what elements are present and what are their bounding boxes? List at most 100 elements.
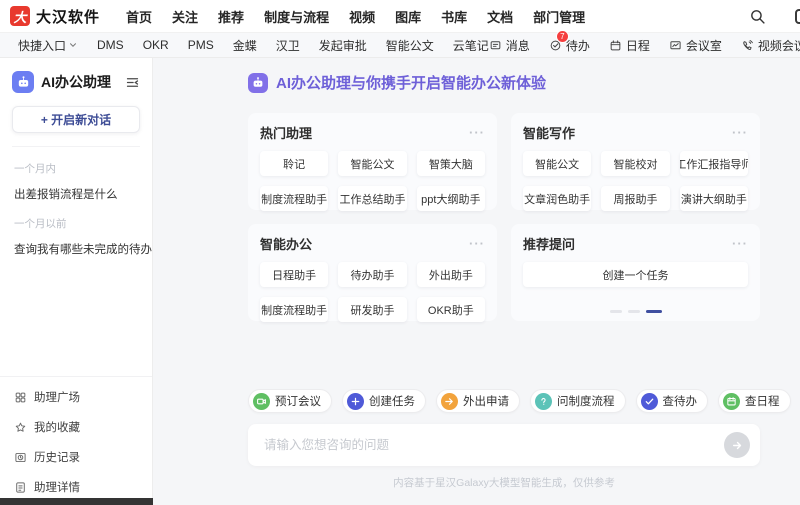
nav-item-follow[interactable]: 关注 (172, 7, 198, 26)
pagination-dash[interactable] (628, 310, 640, 313)
assistant-button[interactable]: 演讲大纲助手 (680, 186, 748, 211)
nav-item-home[interactable]: 首页 (126, 7, 152, 26)
sidebar-item-assistant-plaza[interactable]: 助理广场 (0, 382, 152, 412)
nav-item-policy-process[interactable]: 制度与流程 (264, 7, 329, 26)
sidebar-item-favorites[interactable]: 我的收藏 (0, 412, 152, 442)
brand-logo-icon: 大 (10, 6, 30, 26)
assistant-button[interactable]: 聆记 (260, 151, 328, 176)
new-chat-button[interactable]: + 开启新对话 (12, 106, 140, 133)
sidebar-horizontal-scrollbar[interactable] (0, 498, 153, 505)
util-todos[interactable]: 7 待办 (549, 37, 590, 54)
page-title-text: AI办公助理与你携手开启智能办公新体验 (276, 72, 546, 93)
chat-input-bar (248, 424, 760, 466)
quick-link-pms[interactable]: PMS (188, 38, 214, 52)
quick-link-kingdee[interactable]: 金蝶 (233, 37, 257, 54)
nav-item-library[interactable]: 书库 (441, 7, 467, 26)
plus-icon (347, 393, 364, 410)
assistant-button[interactable]: 制度流程助手 (260, 297, 328, 322)
search-icon[interactable] (749, 8, 766, 25)
sidebar-item-history[interactable]: 历史记录 (0, 442, 152, 472)
assistant-button[interactable]: 制度流程助手 (260, 186, 328, 211)
chip-out-request[interactable]: 外出申请 (436, 389, 520, 413)
util-meeting-room[interactable]: 会议室 (669, 37, 722, 54)
chat-input[interactable] (262, 437, 724, 453)
card-title: 热门助理 (260, 123, 312, 142)
assistant-button[interactable]: 智能校对 (601, 151, 669, 176)
chevron-down-icon (68, 40, 78, 50)
todo-badge: 7 (556, 30, 569, 43)
assistant-button[interactable]: 研发助手 (338, 297, 406, 322)
assistant-button[interactable]: 智能公文 (523, 151, 591, 176)
quick-link-smart-doc[interactable]: 智能公文 (386, 37, 434, 54)
assistant-button[interactable]: ppt大纲助手 (417, 186, 485, 211)
history-item[interactable]: 出差报销流程是什么 (0, 176, 152, 202)
assistant-button[interactable]: 日程助手 (260, 262, 328, 287)
send-button[interactable] (724, 432, 750, 458)
suggested-question-button[interactable]: 创建一个任务 (523, 262, 748, 287)
card-title: 智能办公 (260, 234, 312, 253)
quick-link-cloud-notes[interactable]: 云笔记 (453, 37, 489, 54)
top-nav: 首页 关注 推荐 制度与流程 视频 图库 书库 文档 部门管理 (126, 7, 585, 26)
assistant-button[interactable]: 工作总结助手 (338, 186, 406, 211)
more-icon[interactable]: ··· (469, 129, 485, 137)
card-suggested-questions: 推荐提问 ··· 创建一个任务 (511, 224, 760, 321)
nav-item-video[interactable]: 视频 (349, 7, 375, 26)
nav-item-docs[interactable]: 文档 (487, 7, 513, 26)
util-video-conference-label: 视频会议 (758, 37, 800, 54)
nav-item-gallery[interactable]: 图库 (395, 7, 421, 26)
document-icon (14, 481, 27, 494)
util-meeting-room-label: 会议室 (686, 37, 722, 54)
more-icon[interactable]: ··· (732, 129, 748, 137)
quick-link-start-approval[interactable]: 发起审批 (319, 37, 367, 54)
assistant-button[interactable]: 待办助手 (338, 262, 406, 287)
brand-logo[interactable]: 大 大汉软件 (10, 6, 100, 27)
history-group-label: 一个月内 (0, 147, 152, 176)
assistant-button[interactable]: 外出助手 (417, 262, 485, 287)
chip-label: 查日程 (745, 393, 780, 409)
robot-icon (12, 71, 34, 93)
chip-book-meeting[interactable]: 预订会议 (248, 389, 332, 413)
collapse-sidebar-icon[interactable] (123, 73, 142, 92)
util-todos-label: 待办 (566, 37, 590, 54)
assistant-button[interactable]: 智策大脑 (417, 151, 485, 176)
util-schedule-label: 日程 (626, 37, 650, 54)
brand-name: 大汉软件 (36, 6, 100, 27)
card-smart-writing: 智能写作 ··· 智能公文 智能校对 工作汇报指导师 文章润色助手 周报助手 演… (511, 113, 760, 210)
chip-label: 问制度流程 (557, 393, 615, 409)
util-schedule[interactable]: 日程 (609, 37, 650, 54)
history-icon (14, 451, 27, 464)
more-icon[interactable]: ··· (732, 240, 748, 248)
chip-check-todos[interactable]: 查待办 (636, 389, 709, 413)
quick-link-dms[interactable]: DMS (97, 38, 124, 52)
chip-label: 查待办 (663, 393, 698, 409)
chip-create-task[interactable]: 创建任务 (342, 389, 426, 413)
card-title: 推荐提问 (523, 234, 575, 253)
pagination-dots (511, 310, 760, 313)
assistant-button[interactable]: 智能公文 (338, 151, 406, 176)
arrow-out-icon (441, 393, 458, 410)
chip-label: 预订会议 (275, 393, 321, 409)
main-panel: AI办公助理与你携手开启智能办公新体验 热门助理 ··· 聆记 智能公文 智策大… (153, 58, 800, 505)
history-item[interactable]: 查询我有哪些未完成的待办 (0, 231, 152, 257)
util-video-conference[interactable]: 视频会议 (741, 37, 800, 54)
assistant-button[interactable]: 周报助手 (601, 186, 669, 211)
chip-ask-policy[interactable]: 问制度流程 (530, 389, 626, 413)
apps-icon[interactable] (795, 9, 800, 24)
assistant-button[interactable]: 文章润色助手 (523, 186, 591, 211)
nav-item-dept-admin[interactable]: 部门管理 (533, 7, 585, 26)
quick-link-hanwei[interactable]: 汉卫 (276, 37, 300, 54)
question-icon (535, 393, 552, 410)
pagination-dash-active[interactable] (646, 310, 662, 313)
quick-entry-label: 快捷入口 (18, 37, 66, 54)
assistant-button[interactable]: 工作汇报指导师 (680, 151, 748, 176)
pagination-dash[interactable] (610, 310, 622, 313)
more-icon[interactable]: ··· (469, 240, 485, 248)
util-messages[interactable]: 消息 (489, 37, 530, 54)
quick-entry-dropdown[interactable]: 快捷入口 (18, 37, 78, 54)
assistant-button[interactable]: OKR助手 (417, 297, 485, 322)
quick-action-chips: 预订会议 创建任务 外出申请 问制度流程 (248, 389, 760, 413)
nav-item-recommend[interactable]: 推荐 (218, 7, 244, 26)
check-icon (641, 393, 658, 410)
chip-check-schedule[interactable]: 查日程 (718, 389, 791, 413)
quick-link-okr[interactable]: OKR (143, 38, 169, 52)
